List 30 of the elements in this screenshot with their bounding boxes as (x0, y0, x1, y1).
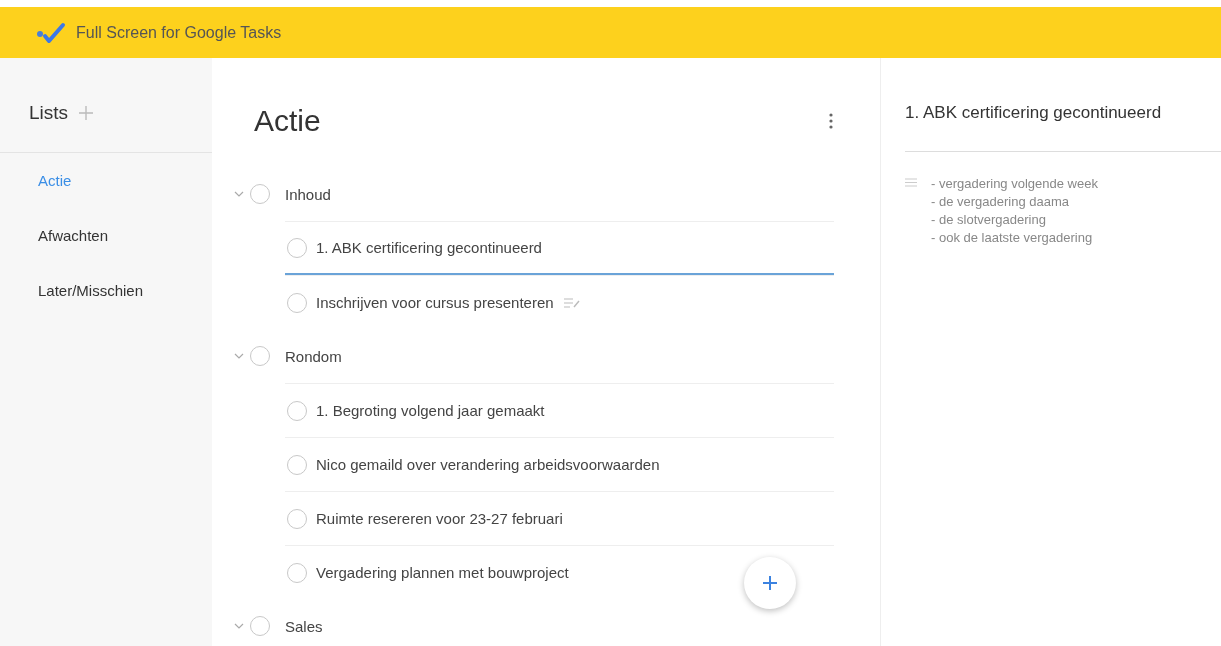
task-title[interactable]: 1. ABK certificering gecontinueerd (316, 239, 542, 256)
task-row[interactable]: 1. Begroting volgend jaar gemaakt (285, 383, 834, 437)
task-notes[interactable]: - vergadering volgende week - de vergadering daama - de slotvergadering - ook de laatste vergadering (931, 175, 1098, 247)
list-item[interactable]: Afwachten (0, 208, 212, 263)
add-task-button[interactable] (744, 557, 796, 609)
chevron-icon[interactable] (234, 191, 244, 197)
task-row[interactable]: Inschrijven voor cursus presenteren (285, 275, 834, 329)
task-row[interactable]: 1. ABK certificering gecontinueerd (285, 221, 834, 275)
lists-heading: Lists (29, 102, 69, 124)
task-title[interactable]: Inschrijven voor cursus presenteren (316, 294, 554, 311)
chevron-icon[interactable] (234, 353, 244, 359)
list-item[interactable]: Later/Misschien (0, 263, 212, 318)
task-title[interactable]: Vergadering plannen met bouwproject (316, 564, 569, 581)
list-title: Actie (254, 103, 321, 138)
task-title[interactable]: Rondom (285, 347, 342, 365)
task-row[interactable]: Nico gemaild over verandering arbeidsvoorwaarden (285, 437, 834, 491)
task-detail-title[interactable]: 1. ABK certificering gecontinueerd (905, 58, 1221, 152)
app-title: Full Screen for Google Tasks (76, 23, 282, 42)
task-title[interactable]: Inhoud (285, 185, 331, 203)
task-title[interactable]: Nico gemaild over verandering arbeidsvoorwaarden (316, 456, 660, 473)
notes-icon (905, 178, 917, 187)
plus-icon (762, 575, 778, 591)
task-title[interactable]: Sales (285, 617, 323, 635)
check-logo-icon (36, 21, 66, 44)
add-list-icon[interactable] (78, 105, 95, 121)
task-title[interactable]: Ruimte resereren voor 23-27 februari (316, 510, 563, 527)
task-row[interactable]: Ruimte resereren voor 23-27 februari (285, 491, 834, 545)
task-title[interactable]: 1. Begroting volgend jaar gemaakt (316, 402, 545, 419)
chevron-icon[interactable] (234, 623, 244, 629)
notes-icon (563, 297, 580, 308)
